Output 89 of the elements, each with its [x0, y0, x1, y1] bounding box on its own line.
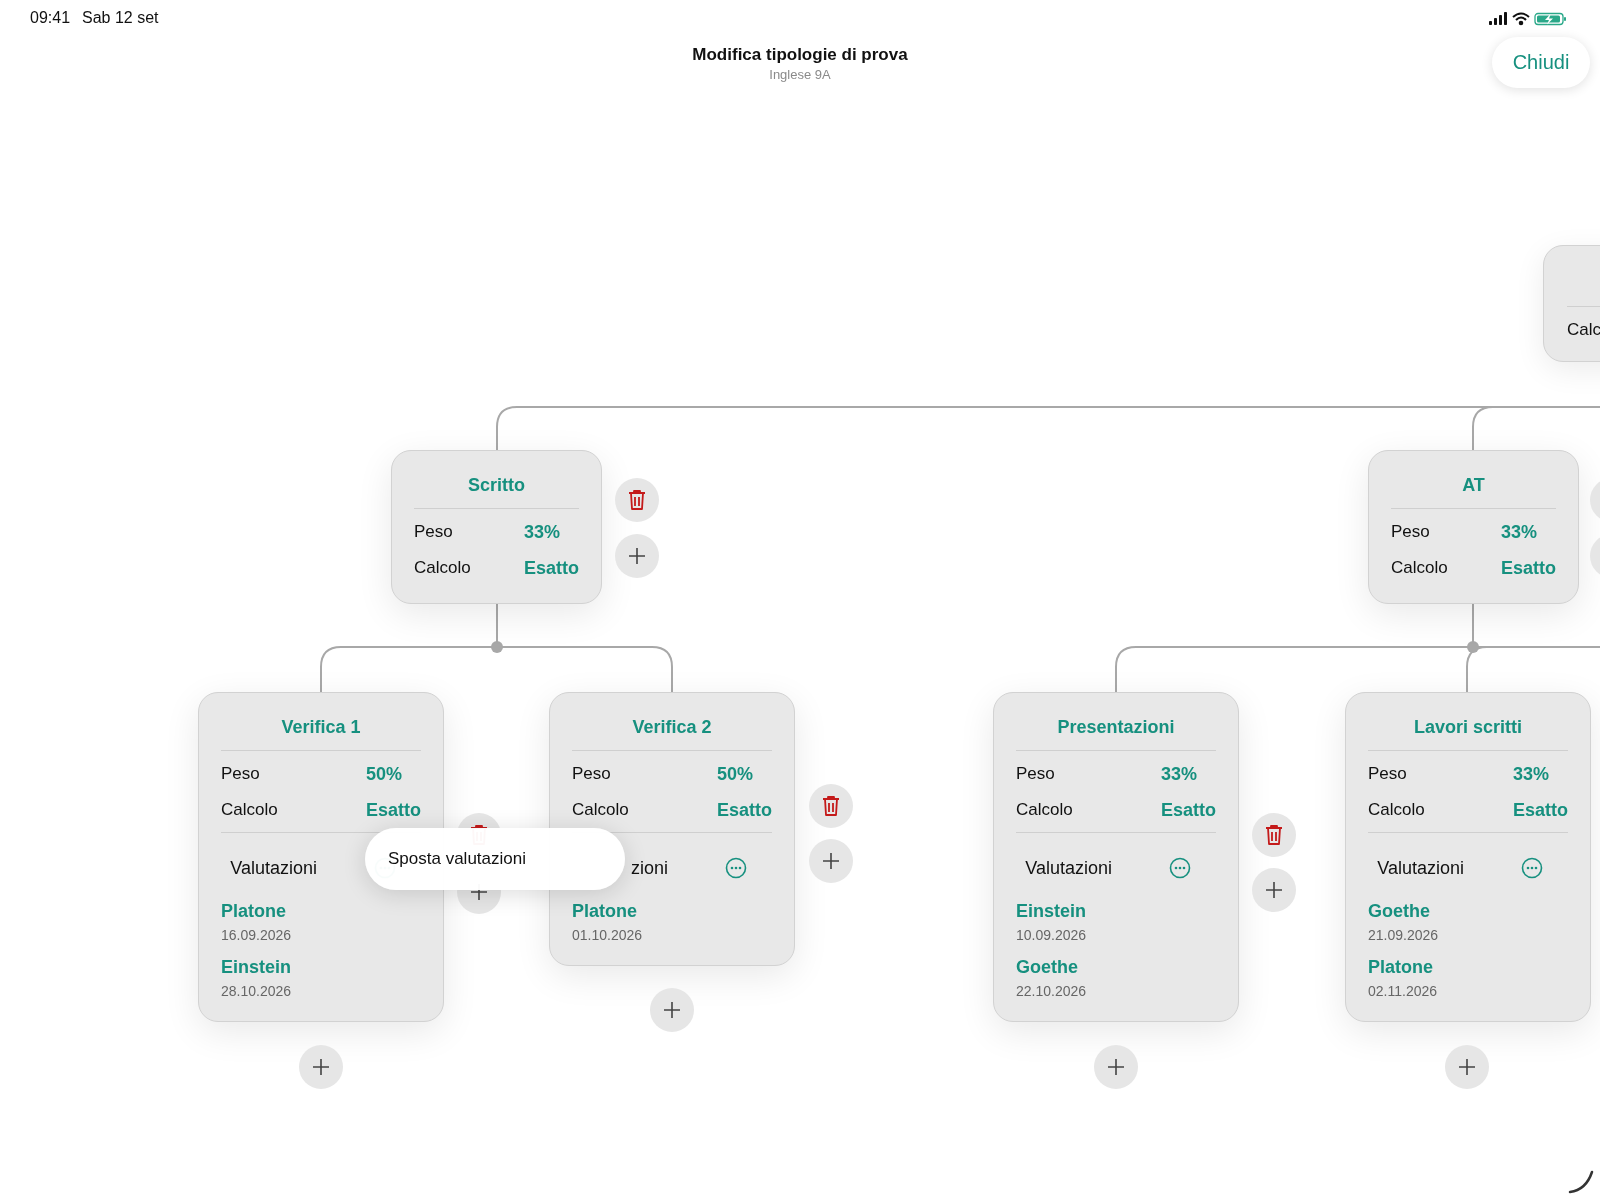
wifi-icon: [1512, 12, 1530, 26]
add-button[interactable]: [1252, 868, 1296, 912]
field-value[interactable]: Esatto: [1513, 799, 1568, 821]
assessment-date: 10.09.2026: [1016, 926, 1088, 945]
student-name[interactable]: Goethe: [1016, 955, 1078, 979]
field-label: Peso: [572, 763, 612, 785]
field-label: Calcolo: [1391, 557, 1449, 579]
section-label: Valutazioni: [1024, 857, 1112, 879]
card-title: Lavori scritti: [1413, 716, 1522, 739]
student-name[interactable]: Platone: [221, 899, 286, 923]
more-icon[interactable]: [725, 857, 747, 879]
field-label: Peso: [1368, 763, 1408, 785]
screen-title: Modifica tipologie di prova: [692, 45, 908, 65]
assessment-date: 22.10.2026: [1016, 982, 1088, 1001]
field-value[interactable]: Esatto: [524, 557, 579, 579]
card-title: AT: [1462, 474, 1485, 497]
field-label: Calcolo: [572, 799, 630, 821]
assessment-date: 02.11.2026: [1368, 982, 1439, 1001]
field-label: Calcolo: [1016, 799, 1074, 821]
field-value[interactable]: 50%: [717, 763, 772, 785]
corner-handle-icon[interactable]: [1568, 1168, 1594, 1194]
field-value[interactable]: Esatto: [366, 799, 421, 821]
plus-icon: [1459, 1059, 1475, 1075]
add-button[interactable]: [809, 839, 853, 883]
field-value[interactable]: 33%: [1513, 763, 1568, 785]
student-name[interactable]: Platone: [1368, 955, 1433, 979]
screen-subtitle: Inglese 9A: [769, 67, 831, 82]
field-label: Peso: [1391, 521, 1431, 543]
close-button[interactable]: Chiudi: [1492, 37, 1590, 88]
trash-icon: [1264, 824, 1284, 846]
card-title: Scritto: [468, 474, 525, 497]
assessment-date: 28.10.2026: [221, 982, 293, 1001]
test-card[interactable]: Verifica 2 Peso 50% Calcolo Esatto zioni Platone 01.10.2026: [549, 692, 795, 966]
delete-button[interactable]: [615, 478, 659, 522]
category-card[interactable]: Scritto Peso 33% Calcolo Esatto: [391, 450, 602, 604]
junction-dot: [491, 641, 503, 653]
status-time: 09:41: [30, 9, 71, 27]
battery-icon: [1534, 12, 1566, 26]
add-button[interactable]: [650, 988, 694, 1032]
field-value[interactable]: 33%: [1161, 763, 1216, 785]
more-icon[interactable]: [1521, 857, 1543, 879]
assessment-date: 21.09.2026: [1368, 926, 1440, 945]
field-value[interactable]: Esatto: [717, 799, 772, 821]
card-title: Presentazioni: [1057, 716, 1175, 739]
plus-icon: [823, 853, 839, 869]
plus-icon: [313, 1059, 329, 1075]
test-card[interactable]: Lavori scritti Peso 33% Calcolo Esatto Valutazioni Goethe 21.09.2026 Platone 02.11.2026: [1345, 692, 1591, 1022]
student-name[interactable]: Goethe: [1368, 899, 1430, 923]
section-label: Valutazioni: [229, 857, 317, 879]
add-button[interactable]: [1094, 1045, 1138, 1089]
node-card[interactable]: Calc: [1543, 245, 1600, 362]
field-value[interactable]: 33%: [524, 521, 579, 543]
test-card[interactable]: Presentazioni Peso 33% Calcolo Esatto Valutazioni Einstein 10.09.2026 Goethe 22.10.2026: [993, 692, 1239, 1022]
add-button[interactable]: [1445, 1045, 1489, 1089]
field-label: Peso: [414, 521, 454, 543]
student-name[interactable]: Einstein: [221, 955, 291, 979]
field-label: Calc: [1567, 320, 1600, 340]
trash-icon: [627, 489, 647, 511]
section-label: Valutazioni: [1376, 857, 1464, 879]
field-label: Peso: [1016, 763, 1056, 785]
more-icon[interactable]: [1169, 857, 1191, 879]
plus-icon: [629, 548, 645, 564]
trash-icon: [821, 795, 841, 817]
field-label: Calcolo: [221, 799, 279, 821]
student-name[interactable]: Platone: [572, 899, 637, 923]
field-label: Calcolo: [414, 557, 472, 579]
assessment-date: 16.09.2026: [221, 926, 293, 945]
field-value[interactable]: 33%: [1501, 521, 1556, 543]
delete-button[interactable]: [809, 784, 853, 828]
field-value[interactable]: Esatto: [1501, 557, 1556, 579]
category-card[interactable]: AT Peso 33% Calcolo Esatto: [1368, 450, 1579, 604]
section-label: zioni: [629, 857, 668, 879]
delete-button[interactable]: [1252, 813, 1296, 857]
junction-dot: [1467, 641, 1479, 653]
signal-icon: [1489, 12, 1507, 25]
status-date: Sab 12 set: [82, 9, 159, 27]
plus-icon: [664, 1002, 680, 1018]
plus-icon: [1108, 1059, 1124, 1075]
card-title: Verifica 2: [632, 716, 712, 739]
field-label: Calcolo: [1368, 799, 1426, 821]
assessment-date: 01.10.2026: [572, 926, 644, 945]
field-label: Peso: [221, 763, 261, 785]
add-button[interactable]: [299, 1045, 343, 1089]
field-value[interactable]: 50%: [366, 763, 421, 785]
plus-icon: [1266, 882, 1282, 898]
add-button[interactable]: [615, 534, 659, 578]
student-name[interactable]: Einstein: [1016, 899, 1086, 923]
field-value[interactable]: Esatto: [1161, 799, 1216, 821]
card-title: Verifica 1: [281, 716, 361, 739]
